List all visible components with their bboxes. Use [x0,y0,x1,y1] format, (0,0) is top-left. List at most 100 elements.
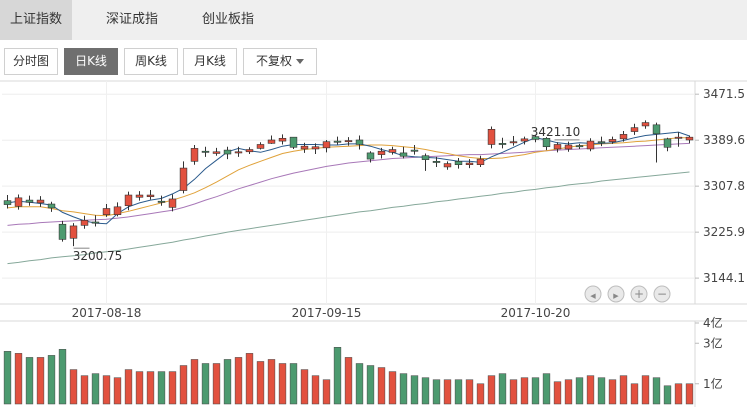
volume-bar [179,365,188,405]
volume-bar [3,351,12,405]
candle-body [443,163,452,168]
candle-body [432,161,441,163]
candle-body [289,136,298,148]
date-tick-label: 2017-09-15 [292,306,362,320]
candle-body [586,140,595,150]
volume-bar [256,361,265,405]
candle-body [234,151,243,154]
volume-bar [487,375,496,405]
volume-bar [344,357,353,405]
candle [47,201,56,212]
volume-bar [663,385,672,405]
candle [245,147,254,155]
volume-bar [58,349,67,405]
volume-bar [377,367,386,405]
candle-body [410,149,419,152]
arrow-left-icon[interactable]: ◀ [584,285,602,303]
candle-body [564,144,573,150]
price-tick-label: 3307.8 [703,179,745,193]
volume-bar [586,375,595,405]
candle [124,191,133,211]
low-annotation-label: 3200.75 [73,249,123,263]
arrow-right-icon[interactable]: ▶ [607,285,625,303]
candle-body [355,139,364,145]
volume-bar [47,355,56,405]
candle-body [520,138,529,142]
candle-body [619,134,628,140]
candle-body [542,137,551,148]
volume-tick-label: 3亿 [703,335,723,350]
candle [289,136,298,149]
candle [542,137,551,151]
candle-body [487,129,496,145]
volume-bar [564,379,573,405]
volume-bar [608,379,617,405]
candle [597,136,606,147]
volume-bar [399,373,408,405]
volume-bar [366,365,375,405]
candle-body [201,150,210,153]
volume-bar [432,379,441,405]
candle [355,135,364,150]
volume-bar [652,377,661,405]
zoom-out-icon[interactable]: − [653,285,671,303]
volume-bar [454,379,463,405]
candle-body [454,161,463,165]
volume-bar [443,379,452,405]
volume-bar [234,357,243,405]
candle-body [641,122,650,127]
candle-body [113,206,122,215]
volume-bar [168,371,177,405]
candle-body [278,137,287,142]
volume-bar [14,353,23,405]
volume-bar [630,383,639,405]
candle-body [421,155,430,160]
candle [652,122,661,163]
candle-body [652,124,661,135]
candle [267,135,276,144]
candle [25,195,34,206]
high-annotation-label: 3421.10 [531,125,581,139]
candle [421,153,430,171]
candle-body [58,223,67,240]
candle-body [14,197,23,207]
candle-body [245,149,254,153]
candle-body [388,149,397,153]
volume-bar [388,371,397,405]
candle-body [80,220,89,226]
volume-bar [135,371,144,405]
candle-body [366,152,375,160]
candle [553,142,562,153]
candle-body [377,150,386,155]
candle [135,191,144,201]
candle-body [256,144,265,149]
volume-bar [113,377,122,405]
candle [278,134,287,145]
candle-body [311,146,320,150]
candle-body [498,143,507,145]
volume-bar [289,363,298,405]
volume-bar [410,375,419,405]
candle [212,147,221,156]
candle [399,146,408,159]
candle [190,145,199,165]
ma10-line [7,137,690,217]
price-tick-label: 3471.5 [703,87,745,101]
volume-bar [542,373,551,405]
nav-button-glyph: ▶ [613,292,619,300]
volume-bar [476,383,485,405]
candle [58,220,67,242]
candle [465,159,474,169]
candle-body [630,127,639,132]
volume-bar [91,373,100,405]
candle-body [157,200,166,203]
volume-bar [641,375,650,405]
candle-body [399,152,408,157]
candle-body [476,158,485,165]
candle-body [179,167,188,191]
zoom-in-icon[interactable]: + [630,285,648,303]
k-line-chart: 3471.5 3389.6 3307.8 3225.9 3144.1 2017-08-18… [0,80,747,407]
candle [410,145,419,155]
candle [80,215,89,229]
candle-body [47,203,56,209]
